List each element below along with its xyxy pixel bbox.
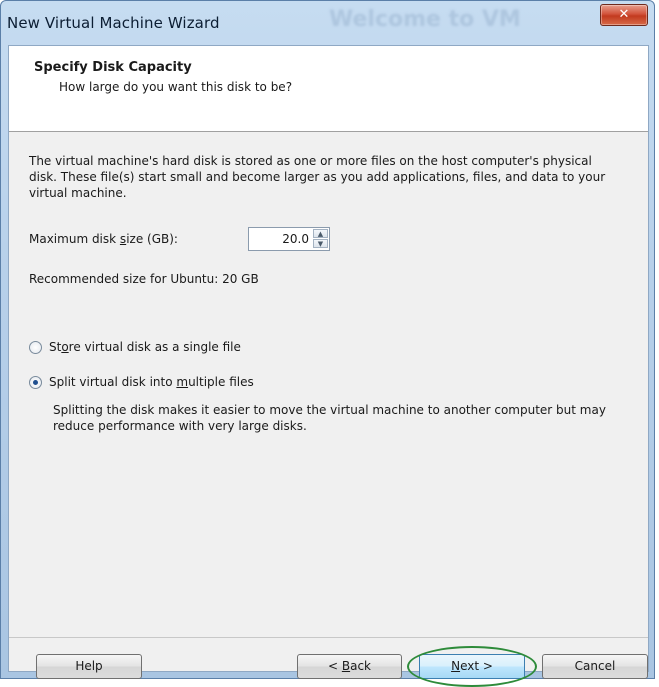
label-accelerator: B [341, 659, 351, 673]
label-text: < [327, 659, 342, 673]
close-button[interactable]: ✕ [600, 4, 648, 26]
radio-single-file[interactable]: Store virtual disk as a single file [29, 340, 241, 354]
label-text: ack [350, 659, 371, 673]
label-accelerator: o [61, 340, 69, 354]
window-title: New Virtual Machine Wizard [7, 14, 220, 32]
label-text: ext > [460, 659, 493, 673]
background-window-title: Welcome to VM [329, 7, 521, 32]
label-accelerator: m [176, 375, 189, 389]
page-subtitle: How large do you want this disk to be? [59, 80, 293, 94]
spinner-buttons: ▲ ▼ [313, 229, 328, 249]
cancel-button[interactable]: Cancel [542, 654, 648, 679]
radio-unchecked-icon[interactable] [29, 340, 42, 354]
disk-description: The virtual machine's hard disk is store… [29, 154, 606, 200]
title-bar[interactable]: Welcome to VM New Virtual Machine Wizard… [1, 1, 654, 45]
split-description: Splitting the disk makes it easier to mo… [53, 403, 606, 433]
spin-down-icon[interactable]: ▼ [313, 239, 328, 248]
wizard-header: Specify Disk Capacity How large do you w… [9, 46, 648, 132]
help-button[interactable]: Help [36, 654, 142, 679]
label-text: Split virtual disk into [49, 375, 177, 389]
close-icon: ✕ [618, 7, 630, 22]
label-text: ize (GB): [126, 232, 178, 246]
wizard-content: The virtual machine's hard disk is store… [9, 132, 648, 687]
page-title: Specify Disk Capacity [34, 60, 192, 75]
disk-size-spinner[interactable]: 20.0 ▲ ▼ [248, 227, 330, 251]
radio-checked-icon[interactable] [29, 375, 42, 389]
label-text: Maximum disk [29, 232, 120, 246]
label-accelerator: N [451, 659, 461, 673]
footer-divider [9, 637, 648, 638]
next-button[interactable]: Next > [419, 654, 525, 679]
spin-up-icon[interactable]: ▲ [313, 229, 328, 238]
radio-multiple-files[interactable]: Split virtual disk into multiple files [29, 375, 254, 389]
radio-label: Split virtual disk into multiple files [49, 375, 254, 389]
back-button[interactable]: < Back [297, 654, 402, 679]
radio-label: Store virtual disk as a single file [49, 340, 241, 354]
label-text: St [49, 340, 62, 354]
recommended-size-text: Recommended size for Ubuntu: 20 GB [29, 272, 259, 286]
disk-size-input[interactable]: 20.0 [282, 232, 309, 246]
label-text: re virtual disk as a single file [68, 340, 241, 354]
label-text: ultiple files [188, 375, 254, 389]
wizard-client-area: Specify Disk Capacity How large do you w… [8, 45, 649, 687]
max-disk-size-label: Maximum disk size (GB): [29, 232, 178, 246]
wizard-window: Welcome to VM New Virtual Machine Wizard… [0, 0, 655, 687]
